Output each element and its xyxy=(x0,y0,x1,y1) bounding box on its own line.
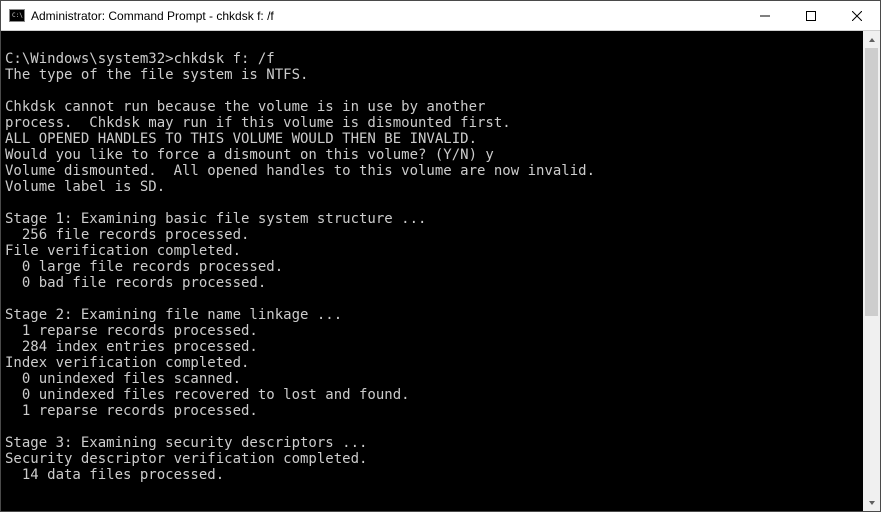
terminal-output[interactable]: C:\Windows\system32>chkdsk f: /fThe type… xyxy=(1,31,863,511)
minimize-button[interactable] xyxy=(742,1,788,30)
terminal-line: Volume label is SD. xyxy=(5,179,863,195)
terminal-line: C:\Windows\system32>chkdsk f: /f xyxy=(5,51,863,67)
terminal-line: The type of the file system is NTFS. xyxy=(5,67,863,83)
cmd-icon: C:\ xyxy=(9,8,25,24)
terminal-line: Volume dismounted. All opened handles to… xyxy=(5,163,863,179)
terminal-line xyxy=(5,83,863,99)
scroll-up-arrow-icon[interactable] xyxy=(863,31,880,48)
client-area: C:\Windows\system32>chkdsk f: /fThe type… xyxy=(1,31,880,511)
terminal-line: Stage 3: Examining security descriptors … xyxy=(5,435,863,451)
terminal-line: 1 reparse records processed. xyxy=(5,323,863,339)
terminal-line xyxy=(5,291,863,307)
terminal-line xyxy=(5,35,863,51)
terminal-line: 14 data files processed. xyxy=(5,467,863,483)
terminal-line: Chkdsk cannot run because the volume is … xyxy=(5,99,863,115)
terminal-line: 1 reparse records processed. xyxy=(5,403,863,419)
svg-text:C:\: C:\ xyxy=(12,12,23,19)
terminal-line: Index verification completed. xyxy=(5,355,863,371)
terminal-line: 284 index entries processed. xyxy=(5,339,863,355)
titlebar[interactable]: C:\ Administrator: Command Prompt - chkd… xyxy=(1,1,880,31)
vertical-scrollbar[interactable] xyxy=(863,31,880,511)
scroll-down-arrow-icon[interactable] xyxy=(863,494,880,511)
scroll-track[interactable] xyxy=(863,48,880,494)
terminal-line: 256 file records processed. xyxy=(5,227,863,243)
terminal-line: 0 large file records processed. xyxy=(5,259,863,275)
terminal-line xyxy=(5,419,863,435)
terminal-line: 0 bad file records processed. xyxy=(5,275,863,291)
terminal-line: 0 unindexed files recovered to lost and … xyxy=(5,387,863,403)
terminal-line: Security descriptor verification complet… xyxy=(5,451,863,467)
terminal-line: 0 unindexed files scanned. xyxy=(5,371,863,387)
cmd-window: C:\ Administrator: Command Prompt - chkd… xyxy=(0,0,881,512)
terminal-line: ALL OPENED HANDLES TO THIS VOLUME WOULD … xyxy=(5,131,863,147)
terminal-line: Stage 1: Examining basic file system str… xyxy=(5,211,863,227)
close-button[interactable] xyxy=(834,1,880,30)
window-title: Administrator: Command Prompt - chkdsk f… xyxy=(31,9,274,23)
terminal-line: Would you like to force a dismount on th… xyxy=(5,147,863,163)
terminal-line: process. Chkdsk may run if this volume i… xyxy=(5,115,863,131)
maximize-button[interactable] xyxy=(788,1,834,30)
terminal-line xyxy=(5,195,863,211)
terminal-line: File verification completed. xyxy=(5,243,863,259)
terminal-line: Stage 2: Examining file name linkage ... xyxy=(5,307,863,323)
scroll-thumb[interactable] xyxy=(865,48,878,316)
titlebar-controls xyxy=(742,1,880,30)
